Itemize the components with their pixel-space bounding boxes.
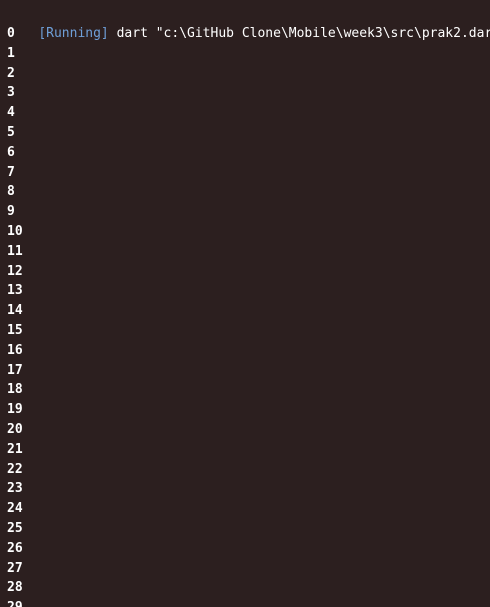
output-line: 6 <box>7 144 15 160</box>
output-line: 17 <box>7 362 23 378</box>
output-lines: 0 1 2 3 4 5 6 7 8 9 10 11 12 13 14 15 16… <box>7 24 490 607</box>
output-line: 15 <box>7 322 23 338</box>
output-line: 20 <box>7 421 23 437</box>
output-line: 27 <box>7 560 23 576</box>
run-command-line: [Running] dart "c:\GitHub Clone\Mobile\w… <box>7 4 490 41</box>
output-line: 12 <box>7 263 23 279</box>
output-line: 9 <box>7 204 15 220</box>
output-line: 21 <box>7 441 23 457</box>
output-line: 10 <box>7 223 23 239</box>
output-line: 4 <box>7 105 15 121</box>
run-command-text: dart "c:\GitHub Clone\Mobile\week3\src\p… <box>108 26 490 41</box>
output-terminal[interactable]: [Running] dart "c:\GitHub Clone\Mobile\w… <box>0 0 490 607</box>
output-line: 8 <box>7 184 15 200</box>
output-line: 7 <box>7 164 15 180</box>
output-line: 18 <box>7 382 23 398</box>
output-line: 19 <box>7 402 23 418</box>
output-line: 23 <box>7 481 23 497</box>
output-line: 3 <box>7 85 15 101</box>
output-line: 24 <box>7 501 23 517</box>
output-line: 29 <box>7 598 490 607</box>
output-line: 1 <box>7 45 15 61</box>
output-line: 26 <box>7 540 23 556</box>
output-line: 11 <box>7 243 23 259</box>
output-line: 28 <box>7 580 23 596</box>
running-status-tag: [Running] <box>38 26 109 41</box>
output-line: 5 <box>7 124 15 140</box>
output-line: 14 <box>7 303 23 319</box>
output-line: 22 <box>7 461 23 477</box>
output-line: 25 <box>7 520 23 536</box>
output-line: 16 <box>7 342 23 358</box>
output-line: 2 <box>7 65 15 81</box>
output-line: 13 <box>7 283 23 299</box>
